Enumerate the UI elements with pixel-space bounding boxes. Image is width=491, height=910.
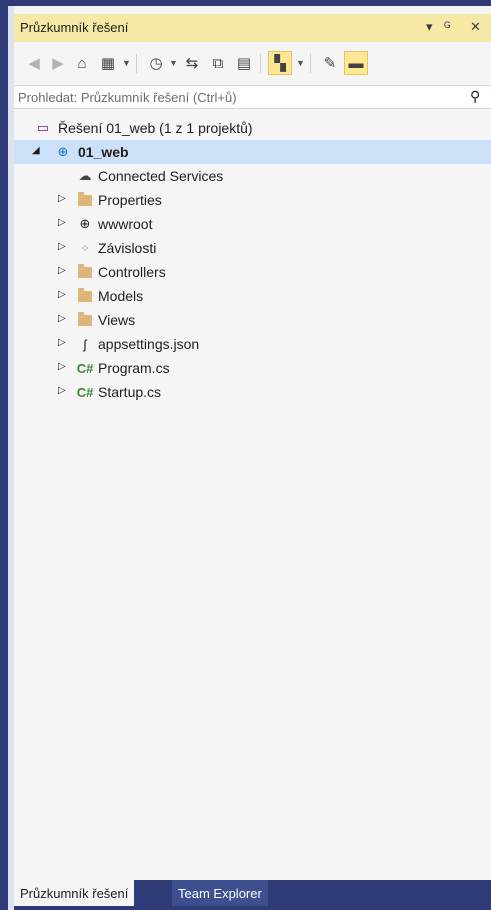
toggle-split-icon[interactable]: ▬ <box>344 51 368 75</box>
search-icon[interactable]: ⚲ <box>470 88 480 105</box>
bottom-tab-strip: Průzkumník řešení Team Explorer <box>14 880 491 910</box>
expand-arrow-icon[interactable]: ▷ <box>58 217 66 228</box>
tree-node-project[interactable]: ◢ ⊕ 01_web <box>14 140 491 164</box>
expand-arrow-icon[interactable]: ▷ <box>58 385 66 396</box>
close-icon[interactable]: ✕ <box>470 19 481 35</box>
tree-item-label: wwwroot <box>98 216 153 232</box>
tree-item-label: Properties <box>98 192 162 208</box>
tree-node-program[interactable]: ▷ C# Program.cs <box>14 356 491 380</box>
tree-item-label: Závislosti <box>98 240 157 256</box>
project-label: 01_web <box>78 144 129 160</box>
panel-toolbar: ◀ ▶ ⌂ ▦ ▼ ◷ ▼ ⇆ ⧉ ▤ ▚ ▼ ✎ ▬ <box>14 46 491 80</box>
switch-views-caret-icon[interactable]: ▼ <box>122 58 131 68</box>
solution-icon: ▭ <box>36 120 50 135</box>
toolbar-separator <box>310 54 311 73</box>
tree-node-wwwroot[interactable]: ▷ ⊕ wwwroot <box>14 212 491 236</box>
search-input[interactable]: Prohledat: Průzkumník řešení (Ctrl+ů) ⚲ … <box>14 85 491 109</box>
tree-item-label: Models <box>98 288 144 304</box>
back-icon[interactable]: ◀ <box>22 51 46 75</box>
expand-arrow-icon[interactable]: ▷ <box>58 265 66 276</box>
pending-changes-filter-icon[interactable]: ◷ <box>144 51 168 75</box>
toolbar-separator <box>260 54 261 73</box>
csharp-file-icon: C# <box>76 360 94 376</box>
folder-icon <box>76 311 94 329</box>
solution-label: Řešení 01_web (1 z 1 projektů) <box>58 120 253 136</box>
csharp-file-icon: C# <box>76 384 94 400</box>
switch-views-icon[interactable]: ▦ <box>96 51 120 75</box>
tree-node-properties[interactable]: ▷ Properties <box>14 188 491 212</box>
globe-icon: ⊕ <box>79 216 91 231</box>
pin-icon[interactable]: ᴳ <box>444 19 450 34</box>
window-frame-left <box>0 0 8 910</box>
folder-icon <box>76 287 94 305</box>
tree-item-label: Controllers <box>98 264 166 280</box>
panel-title: Průzkumník řešení <box>20 20 129 35</box>
cloud-plug-icon: ☁ <box>78 168 92 183</box>
expand-arrow-icon[interactable]: ▷ <box>58 289 66 300</box>
tree-item-label: Program.cs <box>98 360 170 376</box>
properties-wrench-icon[interactable]: ✎ <box>318 51 342 75</box>
wrench-folder-icon <box>76 191 94 209</box>
window-position-dropdown-icon[interactable]: ▾ <box>426 19 433 35</box>
panel-titlebar: Průzkumník řešení ▾ ᴳ ✕ <box>14 14 491 42</box>
forward-icon[interactable]: ▶ <box>46 51 70 75</box>
tree-item-label: Views <box>98 312 136 328</box>
tree-node-controllers[interactable]: ▷ Controllers <box>14 260 491 284</box>
folder-icon <box>76 263 94 281</box>
dependencies-icon: ⁘ <box>80 242 90 255</box>
expand-arrow-icon[interactable]: ▷ <box>58 361 66 372</box>
preview-selected-items-icon[interactable]: ▚ <box>268 51 292 75</box>
expand-arrow-icon[interactable]: ▷ <box>58 337 66 348</box>
show-all-files-icon[interactable]: ▤ <box>232 51 256 75</box>
tree-node-startup[interactable]: ▷ C# Startup.cs <box>14 380 491 404</box>
tab-team-explorer[interactable]: Team Explorer <box>172 880 268 906</box>
expand-arrow-icon[interactable]: ▷ <box>58 241 66 252</box>
tree-item-label: Startup.cs <box>98 384 162 400</box>
home-icon[interactable]: ⌂ <box>70 51 94 75</box>
window-frame-top <box>0 0 491 6</box>
json-file-icon: ʃ <box>83 336 87 352</box>
tree-node-dependencies[interactable]: ▷ ⁘ Závislosti <box>14 236 491 260</box>
tree-node-connected-services[interactable]: ☁ Connected Services <box>14 164 491 188</box>
web-project-icon: ⊕ <box>57 144 69 159</box>
expand-arrow-icon[interactable]: ▷ <box>58 193 66 204</box>
tree-node-views[interactable]: ▷ Views <box>14 308 491 332</box>
tab-solution-explorer[interactable]: Průzkumník řešení <box>14 880 135 906</box>
tree-item-label: Connected Services <box>98 168 224 184</box>
collapse-all-icon[interactable]: ⧉ <box>206 51 230 75</box>
toolbar-separator <box>136 54 137 73</box>
pending-changes-caret-icon[interactable]: ▼ <box>169 58 178 68</box>
tree-node-appsettings[interactable]: ▷ ʃ appsettings.json <box>14 332 491 356</box>
expand-arrow-icon[interactable]: ▷ <box>58 313 66 324</box>
tree-node-solution[interactable]: ▭ Řešení 01_web (1 z 1 projektů) <box>14 116 491 140</box>
collapse-arrow-icon[interactable]: ◢ <box>32 145 40 156</box>
tree-node-models[interactable]: ▷ Models <box>14 284 491 308</box>
sync-with-document-icon[interactable]: ⇆ <box>180 51 204 75</box>
search-placeholder: Prohledat: Průzkumník řešení (Ctrl+ů) <box>18 90 237 105</box>
tree-item-label: appsettings.json <box>98 336 200 352</box>
preview-caret-icon[interactable]: ▼ <box>296 58 305 68</box>
